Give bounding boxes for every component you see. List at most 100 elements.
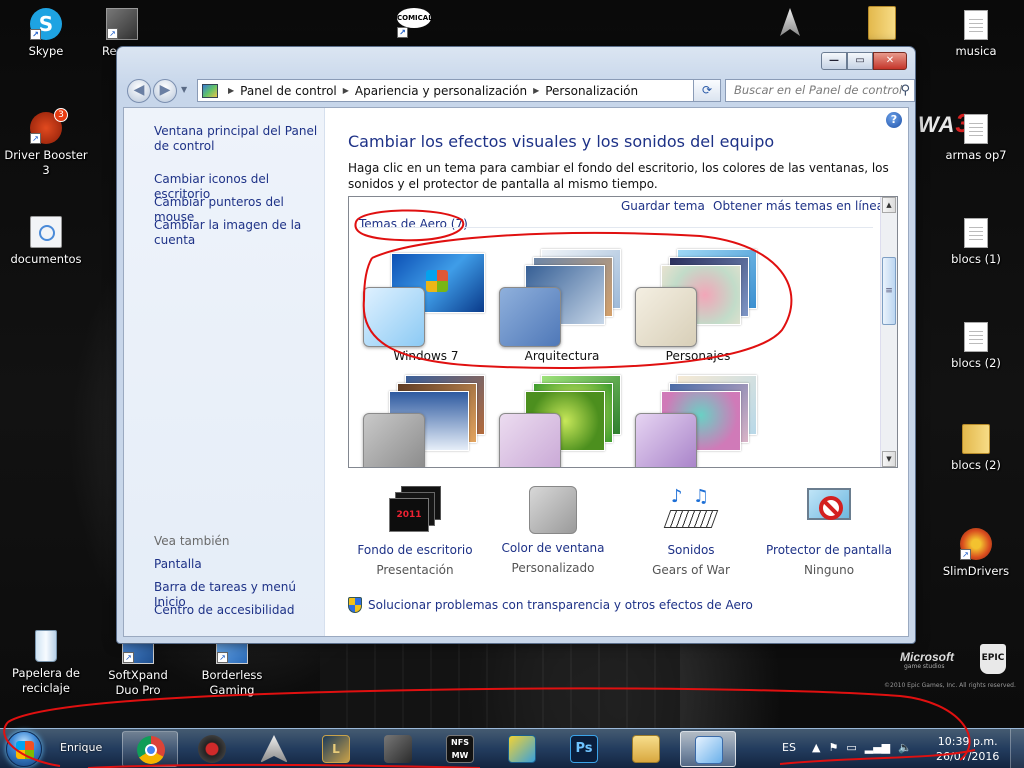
address-bar[interactable]: ▶ Panel de control ▶ Apariencia y person… — [197, 79, 717, 102]
forward-button[interactable]: ▶ — [153, 79, 177, 103]
help-icon[interactable]: ? — [886, 112, 902, 128]
recent-pages-dropdown-icon[interactable]: ▼ — [181, 85, 187, 94]
show-desktop-button[interactable] — [1010, 729, 1024, 768]
refresh-button[interactable]: ⟳ — [693, 79, 721, 102]
window-color-link[interactable]: Color de ventana — [478, 540, 628, 556]
close-button[interactable]: ✕ — [873, 52, 907, 70]
search-input[interactable]: Buscar en el Panel de control ⚲ — [725, 79, 915, 102]
screen-saver-setting[interactable]: Protector de pantalla Ninguno — [754, 486, 904, 582]
taskbar-control-panel[interactable] — [680, 731, 736, 767]
desktop-icon-borderless-gaming[interactable]: ↗ Borderless Gaming — [190, 640, 274, 698]
volume-icon[interactable]: 🔈 — [898, 741, 912, 754]
theme-thumb-characters[interactable] — [635, 249, 761, 347]
search-icon[interactable]: ⚲ — [900, 80, 910, 101]
desktop-background-icon: 2011 — [389, 486, 441, 536]
desktop-background-setting[interactable]: 2011 Fondo de escritorio Presentación — [340, 486, 490, 582]
desktop-icon-comical[interactable]: COMICAL ↗ — [384, 8, 444, 38]
taskbar-clock[interactable]: 10:39 p.m. 26/07/2016 — [936, 734, 999, 764]
window-color-icon — [529, 486, 577, 534]
battery-icon[interactable]: ▭ — [846, 741, 856, 754]
sounds-value: Gears of War — [652, 563, 730, 577]
minimize-button[interactable]: — — [821, 52, 847, 70]
desktop-icon-blocs-2-file[interactable]: blocs (2) — [934, 322, 1018, 371]
documents-icon — [30, 216, 62, 248]
game-portrait-icon: ↗ — [106, 8, 138, 40]
desktop-icon-skype[interactable]: S ↗ Skype — [4, 8, 88, 59]
taskbar-explorer[interactable] — [618, 731, 674, 767]
back-button[interactable]: ◀ — [127, 79, 151, 103]
shortcut-arrow-icon: ↗ — [107, 28, 118, 39]
desktop-icon-armas-op7[interactable]: armas op7 — [934, 114, 1018, 163]
screen-saver-link[interactable]: Protector de pantalla — [754, 542, 904, 558]
sidebar-link-ease-of-access[interactable]: Centro de accesibilidad — [154, 603, 318, 618]
breadcrumb-appearance[interactable]: Apariencia y personalización — [355, 84, 527, 98]
sidebar-link-display[interactable]: Pantalla — [154, 557, 318, 572]
taskbar-gaming-app[interactable] — [184, 731, 240, 767]
breadcrumb-control-panel[interactable]: Panel de control — [240, 84, 337, 98]
desktop-icon-recycle-bin[interactable]: Papelera de reciclaje — [4, 630, 88, 696]
page-description: Haga clic en un tema para cambiar el fon… — [348, 161, 889, 191]
desktop-icon-musica[interactable]: musica — [934, 10, 1018, 59]
desktop-icon-documentos[interactable]: documentos — [4, 216, 88, 267]
sounds-link[interactable]: Sonidos — [616, 542, 766, 558]
taskbar-photoshop[interactable]: Ps — [556, 731, 612, 767]
theme-thumb-scenes[interactable] — [635, 375, 761, 467]
desktop-icon-driver-booster[interactable]: 3 ↗ Driver Booster 3 — [0, 108, 92, 178]
save-theme-link[interactable]: Guardar tema — [621, 199, 705, 213]
desktop-icon-slimdrivers[interactable]: ↗ SlimDrivers — [934, 528, 1018, 579]
chevron-right-icon[interactable]: ▶ — [343, 86, 349, 95]
window-color-setting[interactable]: Color de ventana Personalizado — [478, 486, 628, 580]
network-signal-icon[interactable]: ▂▄▆ — [865, 741, 890, 754]
start-button[interactable] — [6, 731, 42, 767]
gaming-app-icon — [198, 735, 226, 763]
desktop-icon-folder[interactable] — [862, 6, 902, 40]
league-icon: L — [322, 735, 350, 763]
theme-color-swatch — [499, 413, 561, 467]
chevron-right-icon[interactable]: ▶ — [533, 86, 539, 95]
breadcrumb-personalization[interactable]: Personalización — [545, 84, 638, 98]
action-center-flag-icon[interactable]: ⚑ — [828, 741, 838, 754]
taskbar-app-yellow[interactable] — [494, 731, 550, 767]
taskbar-nfs-mw[interactable]: NFS MW — [432, 731, 488, 767]
desktop-background-link[interactable]: Fondo de escritorio — [340, 542, 490, 558]
desktop-icon-blocs-2-folder[interactable]: blocs (2) — [934, 424, 1018, 473]
taskbar-assassins-creed[interactable] — [246, 731, 302, 767]
get-more-themes-link[interactable]: Obtener más temas en línea — [713, 199, 884, 213]
desktop-icon-label: Papelera de reciclaje — [12, 666, 80, 695]
scroll-up-icon[interactable]: ▲ — [882, 197, 896, 213]
desktop-icon-assassins-creed[interactable] — [770, 8, 810, 40]
aero-troubleshoot-label: Solucionar problemas con transparencia y… — [368, 598, 753, 612]
desktop-icon-label: blocs (1) — [951, 252, 1001, 266]
taskbar-game-portrait[interactable] — [370, 731, 426, 767]
scroll-thumb[interactable]: ≡ — [882, 257, 896, 325]
document-icon — [964, 10, 988, 40]
desktop-icon-softxpand[interactable]: ↗ SoftXpand Duo Pro — [96, 640, 180, 698]
taskbar: Enrique L NFS MW Ps ES ▲ ⚑ ▭ ▂▄▆ 🔈 10:39 … — [0, 728, 1024, 768]
theme-thumb-windows7[interactable] — [363, 249, 489, 347]
sidebar-link-account-picture[interactable]: Cambiar la imagen de la cuenta — [154, 218, 318, 248]
navigation-bar: ◀ ▶ ▼ ▶ Panel de control ▶ Apariencia y … — [125, 77, 915, 105]
clock-date: 26/07/2016 — [936, 750, 1000, 763]
theme-thumb-architecture[interactable] — [499, 249, 625, 347]
desktop-icon-label: blocs (2) — [951, 356, 1001, 370]
theme-list-scrollbar[interactable]: ▲ ≡ ▼ — [880, 197, 897, 467]
aero-troubleshoot-link[interactable]: Solucionar problemas con transparencia y… — [348, 597, 753, 613]
sidebar-link-control-panel-home[interactable]: Ventana principal del Panel de control — [154, 124, 318, 154]
taskbar-user-label: Enrique — [60, 741, 103, 754]
language-indicator[interactable]: ES — [782, 741, 796, 754]
theme-thumb-landscapes[interactable] — [363, 375, 489, 467]
maximize-button[interactable]: ▭ — [847, 52, 873, 70]
desktop-icon-label: Skype — [28, 44, 64, 58]
theme-color-swatch — [499, 287, 561, 347]
game-portrait-icon — [384, 735, 412, 763]
theme-list[interactable]: Guardar tema Obtener más temas en línea … — [348, 196, 898, 468]
chevron-right-icon[interactable]: ▶ — [228, 86, 234, 95]
sounds-setting[interactable]: ♪ ♫ Sonidos Gears of War — [616, 486, 766, 582]
taskbar-league-of-legends[interactable]: L — [308, 731, 364, 767]
show-hidden-icons-icon[interactable]: ▲ — [812, 741, 820, 754]
desktop-icon-blocs-1[interactable]: blocs (1) — [934, 218, 1018, 267]
taskbar-chrome[interactable] — [122, 731, 178, 767]
theme-label-characters: Personajes — [665, 349, 731, 363]
scroll-down-icon[interactable]: ▼ — [882, 451, 896, 467]
theme-thumb-nature[interactable] — [499, 375, 625, 467]
